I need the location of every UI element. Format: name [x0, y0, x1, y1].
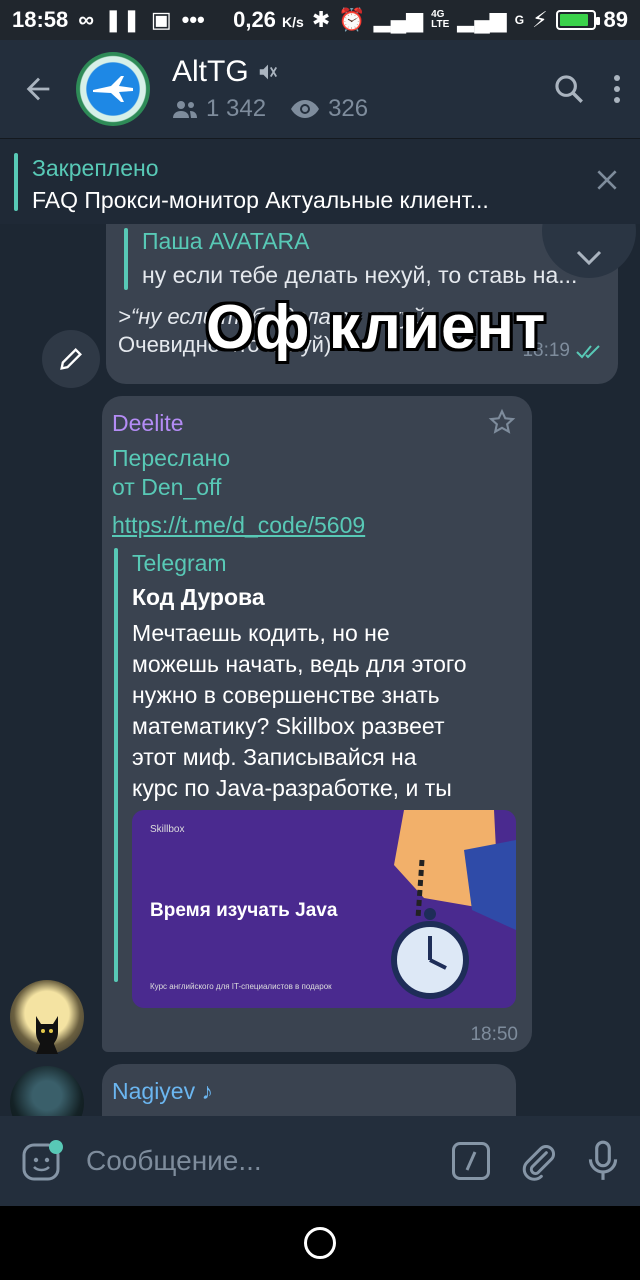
image-brand: Skillbox: [150, 824, 185, 835]
battery-percent: 89: [603, 7, 628, 32]
charging-icon: ⚡: [532, 7, 548, 32]
link-preview-site: Telegram: [132, 550, 227, 576]
signal-icon: ▂▄▆: [373, 7, 424, 32]
bot-command-button[interactable]: [452, 1142, 490, 1180]
mute-icon: [259, 64, 277, 80]
image-subtitle: Курс английского для IT-специалистов в п…: [150, 982, 332, 991]
view-count: 326: [328, 95, 369, 122]
eye-icon: [291, 100, 320, 118]
sender-name[interactable]: Deelite: [112, 410, 184, 437]
message-list[interactable]: Паша AVATARA ну если тебе делать нехуй, …: [0, 224, 640, 1116]
bluetooth-icon: ✱: [311, 7, 331, 32]
home-button[interactable]: [304, 1227, 336, 1259]
pinned-message-bar[interactable]: Закреплено FAQ Прокси-монитор Актуальные…: [0, 138, 640, 224]
alarm-icon: ⏰: [338, 7, 366, 32]
pinned-text: FAQ Прокси-монитор Актуальные клиент...: [32, 187, 489, 213]
reply-accent-bar: [124, 228, 128, 290]
pencil-icon: [60, 348, 82, 370]
link-preview-image[interactable]: Skillbox Время изучать Java Курс английс…: [132, 810, 516, 1008]
link-preview-title: Код Дурова: [132, 584, 265, 610]
pinned-accent-bar: [14, 153, 18, 211]
pinned-label: Закреплено: [32, 155, 159, 181]
jet-icon: [93, 76, 133, 102]
network-g-label: G: [514, 13, 525, 27]
network-4g-label: 4G LTE: [431, 9, 450, 30]
forwarded-from[interactable]: Переслано от Den_off: [112, 444, 230, 502]
sticker-icon[interactable]: [20, 1139, 64, 1183]
more-notifications-icon: •••: [181, 7, 205, 32]
signal-icon-2: ▂▄▆: [457, 7, 507, 32]
chat-avatar[interactable]: [76, 52, 150, 126]
pause-icon: ❚❚: [103, 7, 141, 32]
reply-preview[interactable]: ну если тебе делать нехуй, то ставь на..…: [142, 262, 602, 289]
message-bubble-forwarded[interactable]: Deelite Переслано от Den_off https://t.m…: [102, 396, 532, 1052]
double-check-icon: [576, 345, 600, 359]
battery-icon: [555, 10, 600, 30]
message-time: 18:50: [470, 1024, 518, 1045]
back-arrow-icon: [26, 77, 50, 101]
members-icon: [173, 101, 197, 118]
user-avatar-cat[interactable]: [10, 980, 84, 1054]
edit-button[interactable]: [42, 330, 100, 388]
back-button[interactable]: [0, 72, 76, 106]
chevron-down-icon: [576, 250, 602, 266]
paperclip-icon[interactable]: [518, 1141, 558, 1181]
slash-icon: [465, 1151, 477, 1171]
status-time: 18:58: [12, 7, 69, 32]
star-icon[interactable]: [488, 408, 516, 436]
message-link[interactable]: https://t.me/d_code/5609: [112, 512, 365, 539]
sender-name[interactable]: Nagiyev ♪: [112, 1078, 213, 1105]
message-composer: Сообщение...: [0, 1116, 640, 1206]
infinity-icon: ∞: [78, 7, 94, 32]
cat-icon: [36, 1016, 58, 1054]
more-vertical-icon[interactable]: [612, 73, 622, 105]
overlay-caption: Оф клиент: [206, 293, 547, 362]
message-input[interactable]: Сообщение...: [86, 1145, 262, 1177]
member-count: 1 342: [206, 95, 267, 122]
search-icon[interactable]: [552, 72, 586, 106]
link-preview-bar: [114, 548, 118, 982]
chat-info[interactable]: AltTG 1 342 326: [172, 55, 368, 123]
chat-title: AltTG: [172, 55, 249, 88]
chat-header: AltTG 1 342 326: [0, 40, 640, 138]
microphone-icon[interactable]: [586, 1139, 620, 1183]
message-bubble-next[interactable]: Nagiyev ♪: [102, 1064, 516, 1116]
system-nav-bar: [0, 1206, 640, 1280]
stopwatch-illustration: [391, 810, 516, 999]
close-icon[interactable]: [594, 167, 620, 193]
user-avatar-corridor[interactable]: [10, 1066, 84, 1116]
status-bar: 18:58 ∞ ❚❚ ▣ ••• 0,26 K/s ✱ ⏰ ▂▄▆ 4G LTE …: [0, 0, 640, 40]
image-title: Время изучать Java: [150, 900, 338, 921]
gallery-icon: ▣: [150, 7, 172, 32]
network-speed: 0,26 K/s: [233, 7, 304, 32]
link-preview-description: Мечтаешь кодить, но не можешь начать, ве…: [132, 620, 467, 801]
reply-author[interactable]: Паша AVATARA: [142, 228, 310, 255]
